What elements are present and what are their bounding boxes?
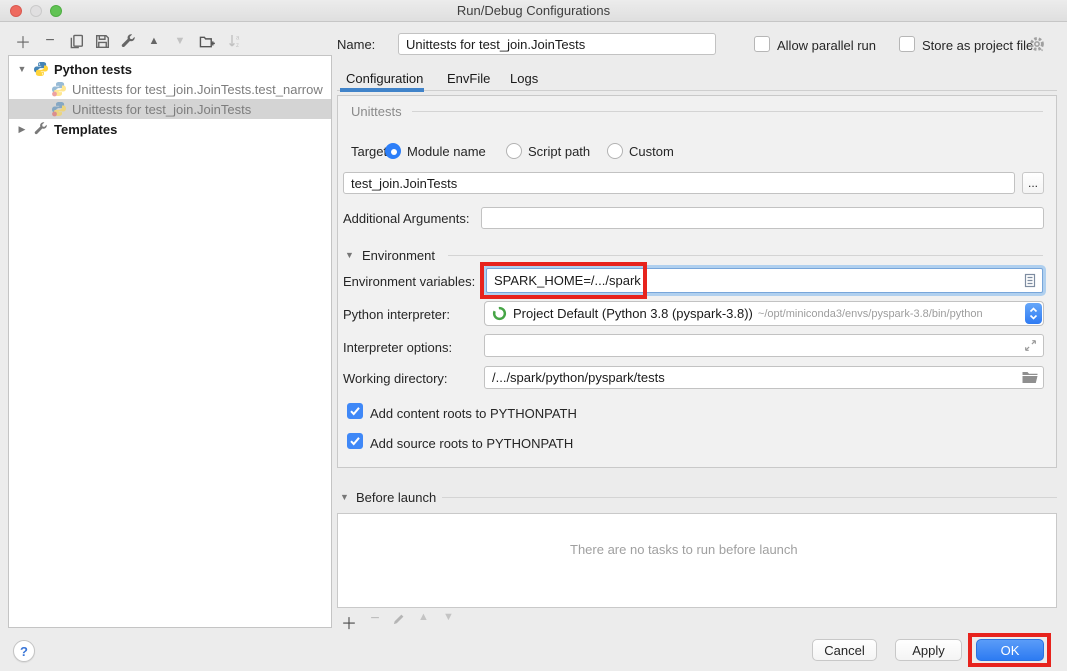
radio-module-name[interactable]: [385, 143, 401, 159]
browse-module-button[interactable]: ...: [1022, 172, 1044, 194]
edit-variables-icon[interactable]: [1023, 273, 1037, 288]
svg-text:z: z: [236, 43, 239, 49]
tab-envfile[interactable]: EnvFile: [447, 71, 490, 86]
edit-task-icon[interactable]: [392, 613, 405, 626]
help-label: ?: [20, 644, 28, 659]
interpreter-options-input[interactable]: [484, 334, 1044, 357]
tree-item-python-tests[interactable]: ▼ Python tests: [9, 59, 331, 79]
module-name-input[interactable]: test_join.JoinTests: [343, 172, 1015, 194]
expand-field-icon[interactable]: [1024, 339, 1037, 352]
move-task-down-icon[interactable]: ▼: [443, 611, 454, 623]
folder-icon[interactable]: [1022, 371, 1038, 384]
remove-icon[interactable]: −: [41, 32, 59, 50]
tabs-divider: [337, 90, 1057, 91]
add-source-roots-label[interactable]: Add source roots to PYTHONPATH: [370, 436, 573, 451]
cancel-button[interactable]: Cancel: [812, 639, 877, 661]
environment-collapse-icon[interactable]: ▼: [345, 250, 354, 260]
conda-environment-icon: [492, 306, 507, 321]
annotation-box-ok-button: [968, 633, 1051, 667]
before-launch-section-label[interactable]: Before launch: [356, 490, 436, 505]
additional-arguments-label: Additional Arguments:: [343, 211, 469, 226]
radio-script-path[interactable]: [506, 143, 522, 159]
environment-section-divider: [448, 255, 1043, 256]
working-directory-input[interactable]: /.../spark/python/pyspark/tests: [484, 366, 1044, 389]
before-launch-task-list[interactable]: [337, 513, 1057, 608]
active-tab-underline: [340, 88, 424, 92]
tree-item-label: Python tests: [54, 62, 132, 77]
wrench-icon[interactable]: [119, 32, 137, 50]
move-task-up-icon[interactable]: ▲: [418, 611, 429, 623]
copy-icon[interactable]: [67, 32, 85, 50]
interpreter-options-label: Interpreter options:: [343, 340, 452, 355]
add-source-roots-checkbox[interactable]: [347, 433, 363, 449]
store-as-project-file-checkbox[interactable]: [899, 36, 915, 52]
add-content-roots-label[interactable]: Add content roots to PYTHONPATH: [370, 406, 577, 421]
move-down-icon[interactable]: ▼: [171, 32, 189, 50]
save-icon[interactable]: [93, 32, 111, 50]
tree-item-label: Unittests for test_join.JoinTests: [72, 102, 251, 117]
unittests-group-divider: [412, 111, 1043, 112]
browse-module-label: ...: [1028, 176, 1038, 190]
tree-item-unittests-test-narrow[interactable]: Unittests for test_join.JoinTests.test_n…: [9, 79, 331, 99]
add-icon[interactable]: ＋: [14, 32, 32, 50]
python-tests-icon: [33, 61, 49, 77]
add-task-icon[interactable]: ＋: [340, 610, 358, 628]
name-input[interactable]: Unittests for test_join.JoinTests: [398, 33, 716, 55]
tree-item-unittests-jointests-selected[interactable]: Unittests for test_join.JoinTests: [9, 99, 331, 119]
tab-configuration[interactable]: Configuration: [346, 71, 423, 86]
tree-item-templates[interactable]: ▶ Templates: [9, 119, 331, 139]
working-directory-value: /.../spark/python/pyspark/tests: [492, 370, 665, 385]
unittests-group-label: Unittests: [351, 104, 402, 119]
move-up-icon[interactable]: ▲: [145, 32, 163, 50]
python-interpreter-path: ~/opt/miniconda3/envs/pyspark-3.8/bin/py…: [758, 308, 983, 320]
name-value: Unittests for test_join.JoinTests: [406, 37, 585, 52]
title-bar: Run/Debug Configurations: [0, 0, 1067, 22]
allow-parallel-run-label[interactable]: Allow parallel run: [777, 38, 876, 53]
tree-item-label: Templates: [54, 122, 117, 137]
additional-arguments-input[interactable]: [481, 207, 1044, 229]
store-as-project-file-label[interactable]: Store as project file: [922, 38, 1033, 53]
allow-parallel-run-checkbox[interactable]: [754, 36, 770, 52]
new-folder-icon[interactable]: [198, 32, 216, 50]
radio-custom[interactable]: [607, 143, 623, 159]
tab-logs[interactable]: Logs: [510, 71, 538, 86]
before-launch-empty-message: There are no tasks to run before launch: [570, 542, 798, 557]
environment-variables-label: Environment variables:: [343, 274, 475, 289]
radio-script-path-label[interactable]: Script path: [528, 144, 590, 159]
annotation-box-environment-variables: [480, 262, 647, 299]
add-content-roots-checkbox[interactable]: [347, 403, 363, 419]
chevron-down-icon[interactable]: ▼: [17, 64, 27, 74]
radio-module-name-label[interactable]: Module name: [407, 144, 486, 159]
before-launch-divider: [442, 497, 1057, 498]
apply-label: Apply: [912, 643, 945, 658]
remove-task-icon[interactable]: −: [366, 610, 384, 628]
working-directory-label: Working directory:: [343, 371, 448, 386]
templates-wrench-icon: [33, 121, 49, 137]
gear-icon[interactable]: [1028, 35, 1046, 53]
tree-item-label: Unittests for test_join.JoinTests.test_n…: [72, 82, 323, 97]
svg-text:a: a: [236, 35, 240, 41]
configurations-tree: ▼ Python tests Unittests for test_join.J…: [8, 55, 332, 628]
python-interpreter-select[interactable]: Project Default (Python 3.8 (pyspark-3.8…: [484, 301, 1044, 326]
python-interpreter-value: Project Default (Python 3.8 (pyspark-3.8…: [513, 306, 753, 321]
sort-icon[interactable]: az: [226, 32, 244, 50]
help-button[interactable]: ?: [13, 640, 35, 662]
chevron-right-icon[interactable]: ▶: [17, 124, 27, 135]
radio-custom-label[interactable]: Custom: [629, 144, 674, 159]
window-title: Run/Debug Configurations: [0, 3, 1067, 18]
python-interpreter-label: Python interpreter:: [343, 307, 450, 322]
environment-section-label[interactable]: Environment: [362, 248, 435, 263]
name-label: Name:: [337, 37, 375, 52]
python-test-icon: [51, 81, 67, 97]
interpreter-dropdown-stepper[interactable]: [1025, 303, 1042, 324]
apply-button[interactable]: Apply: [895, 639, 962, 661]
python-test-icon: [51, 101, 67, 117]
cancel-label: Cancel: [824, 643, 864, 658]
module-name-value: test_join.JoinTests: [351, 176, 457, 191]
before-launch-collapse-icon[interactable]: ▼: [340, 492, 349, 502]
